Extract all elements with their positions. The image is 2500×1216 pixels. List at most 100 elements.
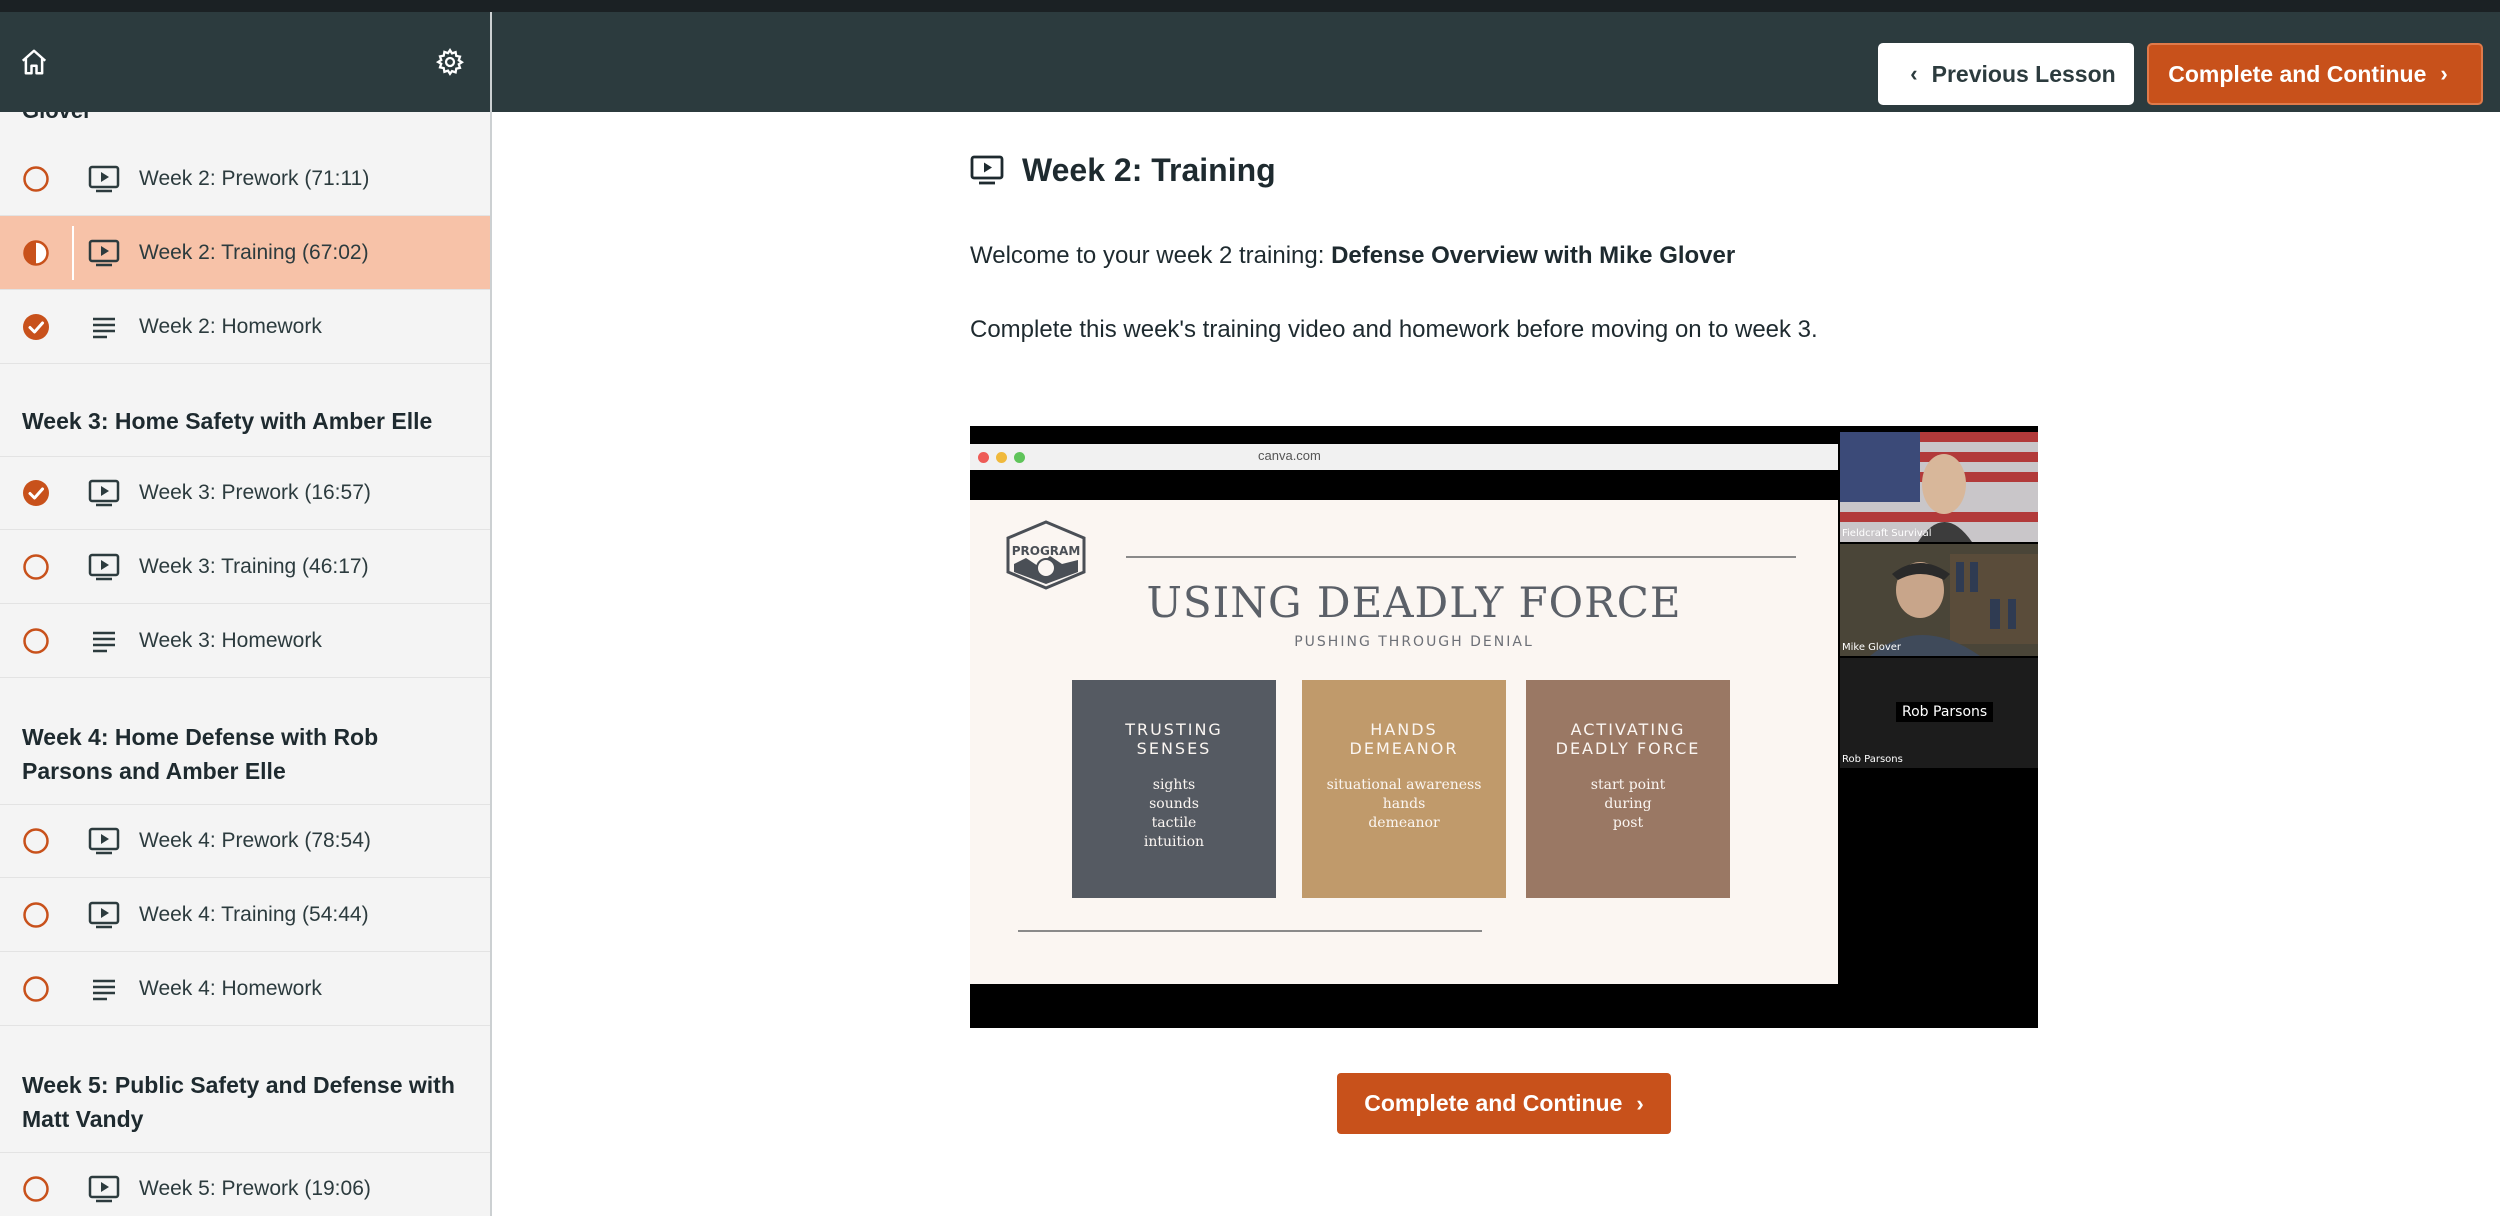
participant-video: Mike Glover [1840,544,2038,656]
slide-box-line: start point [1590,777,1666,793]
lesson-item[interactable]: Week 2: Prework (71:11) [0,142,490,216]
lesson-title: Week 2: Prework (71:11) [139,166,370,190]
slide-box-heading: HANDS DEMEANOR [1349,720,1459,758]
complete-and-continue-header-button[interactable]: Complete and Continue › [2147,43,2483,105]
incomplete-circle-icon [23,165,49,192]
complete-check-icon [23,480,49,506]
slide-box: TRUSTING SENSES sights sounds tactile in… [1072,680,1276,898]
video-lesson-icon [970,155,1004,185]
slide-divider [1126,556,1796,558]
slide-box-line: sights [1152,777,1196,793]
slide-box-body: start point during post [1526,776,1730,833]
video-lesson-icon [88,165,120,192]
previous-lesson-label: Previous Lesson [1931,60,2116,87]
slide-box-line: sounds [1149,796,1199,812]
active-indicator [72,226,74,280]
incomplete-circle-icon [23,627,49,654]
course-sidebar[interactable]: Glover Week 2: Prework (71:11) Week 2: T… [0,112,490,1216]
previous-lesson-button[interactable]: ‹ Previous Lesson [1878,43,2134,105]
incomplete-circle-icon [23,1176,49,1202]
lesson-item-active[interactable]: Week 2: Training (67:02) [0,216,490,290]
lesson-title: Week 3: Prework (16:57) [139,481,371,504]
lesson-item[interactable]: Week 4: Training (54:44) [0,878,490,952]
lesson-title: Week 4: Homework [139,976,322,1000]
in-progress-circle-icon [23,239,49,266]
text-lesson-icon [93,631,115,652]
participant-label: Mike Glover [1842,642,1901,653]
slide-box-line: during [1604,796,1652,812]
gear-icon[interactable] [434,46,466,78]
participant-label: Fieldcraft Survival [1842,528,1932,539]
lesson-item[interactable]: Week 2: Homework [0,290,490,364]
intro-text: Welcome to your week 2 training: [970,242,1332,269]
lesson-item[interactable]: Week 4: Homework [0,952,490,1026]
lesson-title: Week 4: Training (54:44) [139,902,369,926]
lesson-content: Week 2: Training Welcome to your week 2 … [970,140,2040,344]
incomplete-circle-icon [23,975,49,1002]
text-lesson-icon [93,979,115,1000]
slide-box-line: demeanor [1368,815,1440,831]
section-title-cut: Glover [22,112,92,122]
slide-box-line: intuition [1143,834,1205,850]
window-dot-icon [1014,452,1025,463]
shared-url: canva.com [1258,448,1321,463]
participant-label: Rob Parsons [1842,754,1903,765]
chevron-right-icon: › [2440,61,2448,86]
top-header: ‹ Previous Lesson Complete and Continue … [492,12,2500,112]
lesson-title: Week 3: Training (46:17) [139,554,369,578]
window-dot-icon [996,452,1007,463]
incomplete-circle-icon [23,828,49,854]
slide-box-body: situational awareness hands demeanor [1302,776,1506,833]
page-title-text: Week 2: Training [1022,151,1276,188]
video-lesson-icon [88,479,120,507]
video-lesson-icon [88,901,120,928]
sidebar-divider [490,12,492,1216]
incomplete-circle-icon [23,901,49,928]
lesson-title: Week 5: Prework (19:06) [139,1177,371,1200]
video-lesson-icon [88,827,120,855]
participant-name-tag: Rob Parsons [1896,702,1994,722]
instructions-paragraph: Complete this week's training video and … [970,316,1818,343]
lesson-item[interactable]: Week 3: Prework (16:57) [0,456,490,530]
section-title: Week 5: Public Safety and Defense with M… [22,1072,455,1132]
slide-box: HANDS DEMEANOR situational awareness han… [1302,680,1506,898]
intro-paragraph: Welcome to your week 2 training: Defense… [970,242,1735,270]
intro-bold-text: Defense Overview with Mike Glover [1331,242,1736,269]
lesson-item[interactable]: Week 4: Prework (78:54) [0,804,490,878]
participant-video: Fieldcraft Survival [1840,432,2038,542]
lesson-title: Week 2: Homework [139,314,322,338]
chevron-right-icon: › [1636,1090,1644,1116]
video-lesson-icon [88,553,120,580]
flag-background-icon [1840,432,2038,542]
slide-subtitle: PUSHING THROUGH DENIAL [1294,634,1534,650]
lesson-title: Week 2: Training (67:02) [139,240,369,264]
window-top-strip [0,0,2500,12]
logo-text: PROGRAM [1012,544,1081,558]
participants-pane: Fieldcraft Survival Mike Glover Rob Pars… [1840,426,2038,1028]
presentation-slide: PROGRAM USING DEADLY FORCE PUSHING THROU… [970,500,1838,984]
complete-check-icon [23,313,49,340]
slide-title: USING DEADLY FORCE [1146,578,1682,627]
lesson-item[interactable]: Week 5: Prework (19:06) [0,1152,490,1216]
section-title: Week 4: Home Defense with Rob Parsons an… [22,724,379,784]
chevron-left-icon: ‹ [1910,61,1918,86]
video-lesson-icon [88,239,120,266]
lesson-item[interactable]: Week 3: Training (46:17) [0,530,490,604]
complete-continue-label: Complete and Continue [2168,60,2427,87]
slide-box-body: sights sounds tactile intuition [1072,776,1276,852]
slide-box-line: hands [1382,796,1426,812]
cta-label: Complete and Continue [1364,1090,1623,1116]
slide-divider [1018,930,1482,932]
home-icon[interactable] [18,46,50,78]
complete-and-continue-button[interactable]: Complete and Continue › [1337,1073,1671,1134]
bookshelf-background-icon [1840,544,2038,656]
slide-box-line: situational awareness [1326,777,1482,793]
lesson-title: Week 4: Prework (78:54) [139,829,371,852]
window-dot-icon [978,452,989,463]
video-player[interactable]: canva.com PROGRAM USING DEADLY FORCE PUS… [970,426,2038,1028]
lesson-item[interactable]: Week 3: Homework [0,604,490,678]
slide-box-heading: ACTIVATING DEADLY FORCE [1555,720,1701,758]
video-lesson-icon [88,1175,120,1203]
shared-browser-bar: canva.com [970,444,1838,470]
slide-box: ACTIVATING DEADLY FORCE start point duri… [1526,680,1730,898]
